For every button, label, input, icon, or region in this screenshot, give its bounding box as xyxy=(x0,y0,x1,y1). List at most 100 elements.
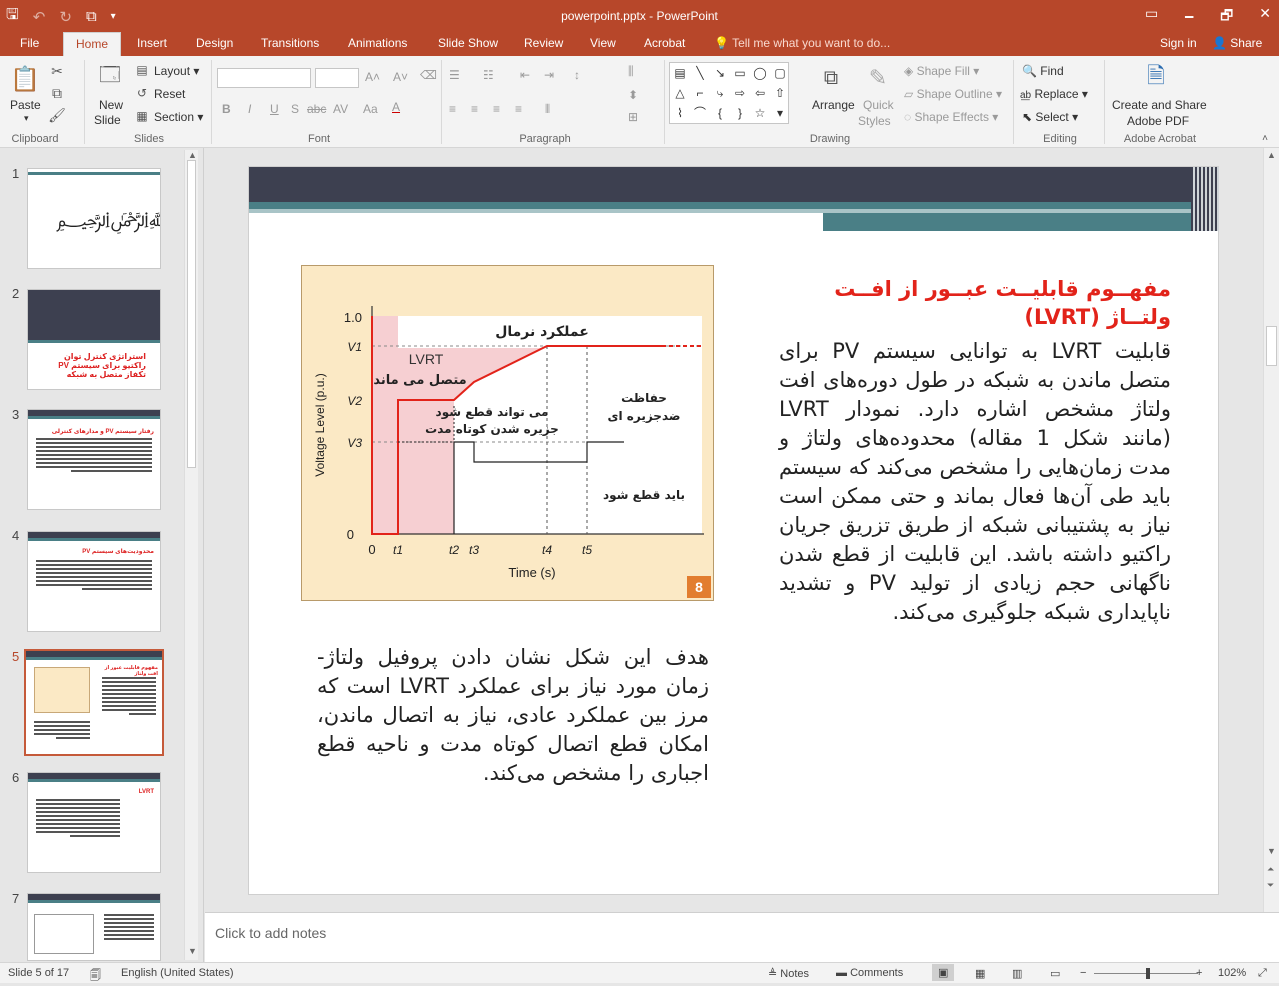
italic-button[interactable]: I xyxy=(248,102,251,116)
reading-view-button[interactable]: ▥ xyxy=(1012,967,1022,980)
line-spacing-icon[interactable]: ↕ xyxy=(574,68,580,82)
scroll-down-arrow-icon[interactable]: ▼ xyxy=(188,946,197,956)
strikethrough-button[interactable]: abc xyxy=(307,102,326,116)
arrow-shape-icon[interactable]: ↘ xyxy=(710,63,730,83)
tab-acrobat[interactable]: Acrobat xyxy=(644,36,685,50)
spellcheck-icon[interactable]: 🗐 xyxy=(90,967,101,986)
oval-shape-icon[interactable]: ◯ xyxy=(750,63,770,83)
line-shape-icon[interactable]: ╲ xyxy=(690,63,710,83)
columns-icon[interactable]: ⫴ xyxy=(545,102,550,117)
zoom-slider-thumb[interactable] xyxy=(1146,968,1150,979)
slideshow-view-button[interactable]: ▭ xyxy=(1050,967,1060,980)
zoom-out-button[interactable]: − xyxy=(1080,967,1086,979)
underline-button[interactable]: U xyxy=(270,102,279,116)
slide-thumbnail-2[interactable]: استراتژی کنترل توان راکتیو برای سیستم PV… xyxy=(27,289,161,390)
scroll-down-arrow-icon[interactable]: ▼ xyxy=(1267,846,1276,856)
brace-right-shape-icon[interactable]: } xyxy=(730,103,750,123)
minimize-button[interactable]: 🗕 xyxy=(1184,5,1194,29)
normal-view-button[interactable]: ▣ xyxy=(932,964,955,981)
arrange-button[interactable]: Arrange xyxy=(812,98,855,112)
curve-shape-icon[interactable]: ⌒ xyxy=(690,103,710,123)
text-direction-icon[interactable]: ⫼ xyxy=(628,64,634,79)
justify-icon[interactable]: ≡ xyxy=(515,102,522,116)
brace-left-shape-icon[interactable]: { xyxy=(710,103,730,123)
scroll-up-arrow-icon[interactable]: ▲ xyxy=(188,150,197,160)
rectangle-shape-icon[interactable]: ▭ xyxy=(730,63,750,83)
new-slide-label-1[interactable]: New xyxy=(99,98,123,112)
quick-styles-label-2[interactable]: Styles xyxy=(858,114,891,128)
tab-review[interactable]: Review xyxy=(524,36,563,50)
decrease-indent-icon[interactable]: ⇤ xyxy=(520,68,530,82)
slide-thumbnail-1[interactable]: ﷽ xyxy=(27,168,161,269)
curved-connector-icon[interactable]: ⤷ xyxy=(710,83,730,103)
notes-pane[interactable]: Click to add notes xyxy=(205,912,1279,962)
shape-outline-button[interactable]: ▱ Shape Outline ▾ xyxy=(904,87,1002,101)
font-name-combo[interactable] xyxy=(217,68,311,88)
tab-slide-show[interactable]: Slide Show xyxy=(438,36,498,50)
rounded-rect-shape-icon[interactable]: ▢ xyxy=(770,63,790,83)
slide-thumbnail-7[interactable] xyxy=(27,893,161,961)
format-painter-icon[interactable]: 🖌 xyxy=(48,106,66,124)
change-case-button[interactable]: Aa xyxy=(363,102,378,116)
char-spacing-button[interactable]: AV xyxy=(333,102,348,116)
left-arrow-shape-icon[interactable]: ⇦ xyxy=(750,83,770,103)
scroll-up-arrow-icon[interactable]: ▲ xyxy=(1267,150,1276,160)
notes-toggle[interactable]: ≜ Notes xyxy=(768,967,809,980)
right-arrow-shape-icon[interactable]: ⇨ xyxy=(730,83,750,103)
shape-effects-button[interactable]: ◌ Shape Effects ▾ xyxy=(904,110,998,124)
cut-icon[interactable]: ✂ xyxy=(48,62,66,80)
clear-formatting-icon[interactable]: ⌫ xyxy=(420,68,437,82)
paste-icon[interactable]: 📋 xyxy=(10,62,40,96)
numbering-icon[interactable]: ☷ xyxy=(483,68,494,82)
lvrt-figure[interactable]: 1.0 V1 V2 V3 0 0 t1 t2 t3 t4 t5 Time (s)… xyxy=(301,265,714,601)
comments-toggle[interactable]: ▬ Comments xyxy=(836,967,903,979)
grow-font-icon[interactable]: A˄ xyxy=(365,70,380,84)
previous-slide-icon[interactable]: ⏶ xyxy=(1267,864,1274,875)
tab-file[interactable]: File xyxy=(20,36,39,50)
slide-body-text[interactable]: قابلیت LVRT به توانایی سیستم PV برای متص… xyxy=(779,337,1171,627)
star-shape-icon[interactable]: ☆ xyxy=(750,103,770,123)
increase-indent-icon[interactable]: ⇥ xyxy=(544,68,554,82)
bullets-icon[interactable]: ☰ xyxy=(449,68,460,82)
font-color-icon[interactable]: A xyxy=(392,100,400,114)
thumbnails-scrollbar[interactable]: ▲ ▼ xyxy=(184,150,198,960)
bold-button[interactable]: B xyxy=(222,102,231,116)
smartart-icon[interactable]: ⊞ xyxy=(628,110,638,124)
language-indicator[interactable]: English (United States) xyxy=(121,967,234,979)
quick-styles-icon[interactable]: ✎ xyxy=(862,62,894,94)
slide-caption-text[interactable]: هدف این شکل نشان دادن پروفیل ولتاژ-زمان … xyxy=(317,643,709,788)
zoom-in-button[interactable]: + xyxy=(1196,967,1202,979)
zoom-level[interactable]: 102% xyxy=(1218,967,1246,979)
paste-button[interactable]: Paste xyxy=(10,98,41,112)
tab-insert[interactable]: Insert xyxy=(137,36,167,50)
slide-thumbnail-4[interactable]: محدودیت‌های سیستم PV xyxy=(27,531,161,632)
fit-to-window-icon[interactable]: ⤢ xyxy=(1258,967,1267,980)
new-slide-icon[interactable]: 🗔 xyxy=(96,62,124,92)
up-arrow-shape-icon[interactable]: ⇧ xyxy=(770,83,790,103)
collapse-ribbon-icon[interactable]: ˄ xyxy=(1258,132,1272,144)
tab-view[interactable]: View xyxy=(590,36,616,50)
freeform-shape-icon[interactable]: ⌇ xyxy=(670,103,690,123)
find-button[interactable]: 🔍 Find xyxy=(1022,64,1064,78)
slide-canvas[interactable]: مفهــوم قابلیــت عبــور از افــت ولتــاژ… xyxy=(248,166,1219,895)
reset-button[interactable]: Reset xyxy=(154,87,185,101)
create-share-pdf-label-1[interactable]: Create and Share xyxy=(1112,98,1207,112)
triangle-shape-icon[interactable]: △ xyxy=(670,83,690,103)
close-button[interactable]: ✕ xyxy=(1259,5,1271,29)
paste-dropdown-icon[interactable]: ▾ xyxy=(24,113,29,124)
layout-button[interactable]: Layout ▾ xyxy=(154,64,199,78)
ribbon-display-options-icon[interactable]: ▭ xyxy=(1145,5,1158,29)
align-center-icon[interactable]: ≡ xyxy=(471,102,478,116)
tell-me-search[interactable]: 💡 Tell me what you want to do... xyxy=(714,36,890,50)
tab-animations[interactable]: Animations xyxy=(348,36,407,50)
align-text-icon[interactable]: ⬍ xyxy=(628,88,638,102)
align-left-icon[interactable]: ≡ xyxy=(449,102,456,116)
slide-sorter-view-button[interactable]: ▦ xyxy=(975,967,985,980)
editor-scrollbar[interactable]: ▲ ▼ ⏶ ⏷ xyxy=(1263,148,1279,912)
slide-thumbnail-6[interactable]: LVRT xyxy=(27,772,161,873)
thumbnails-scrollbar-thumb[interactable] xyxy=(187,160,196,468)
textbox-shape-icon[interactable]: ▤ xyxy=(670,63,690,83)
more-shapes-icon[interactable]: ▾ xyxy=(770,103,790,123)
tab-design[interactable]: Design xyxy=(196,36,233,50)
select-button[interactable]: ⬉ Select ▾ xyxy=(1022,110,1078,124)
